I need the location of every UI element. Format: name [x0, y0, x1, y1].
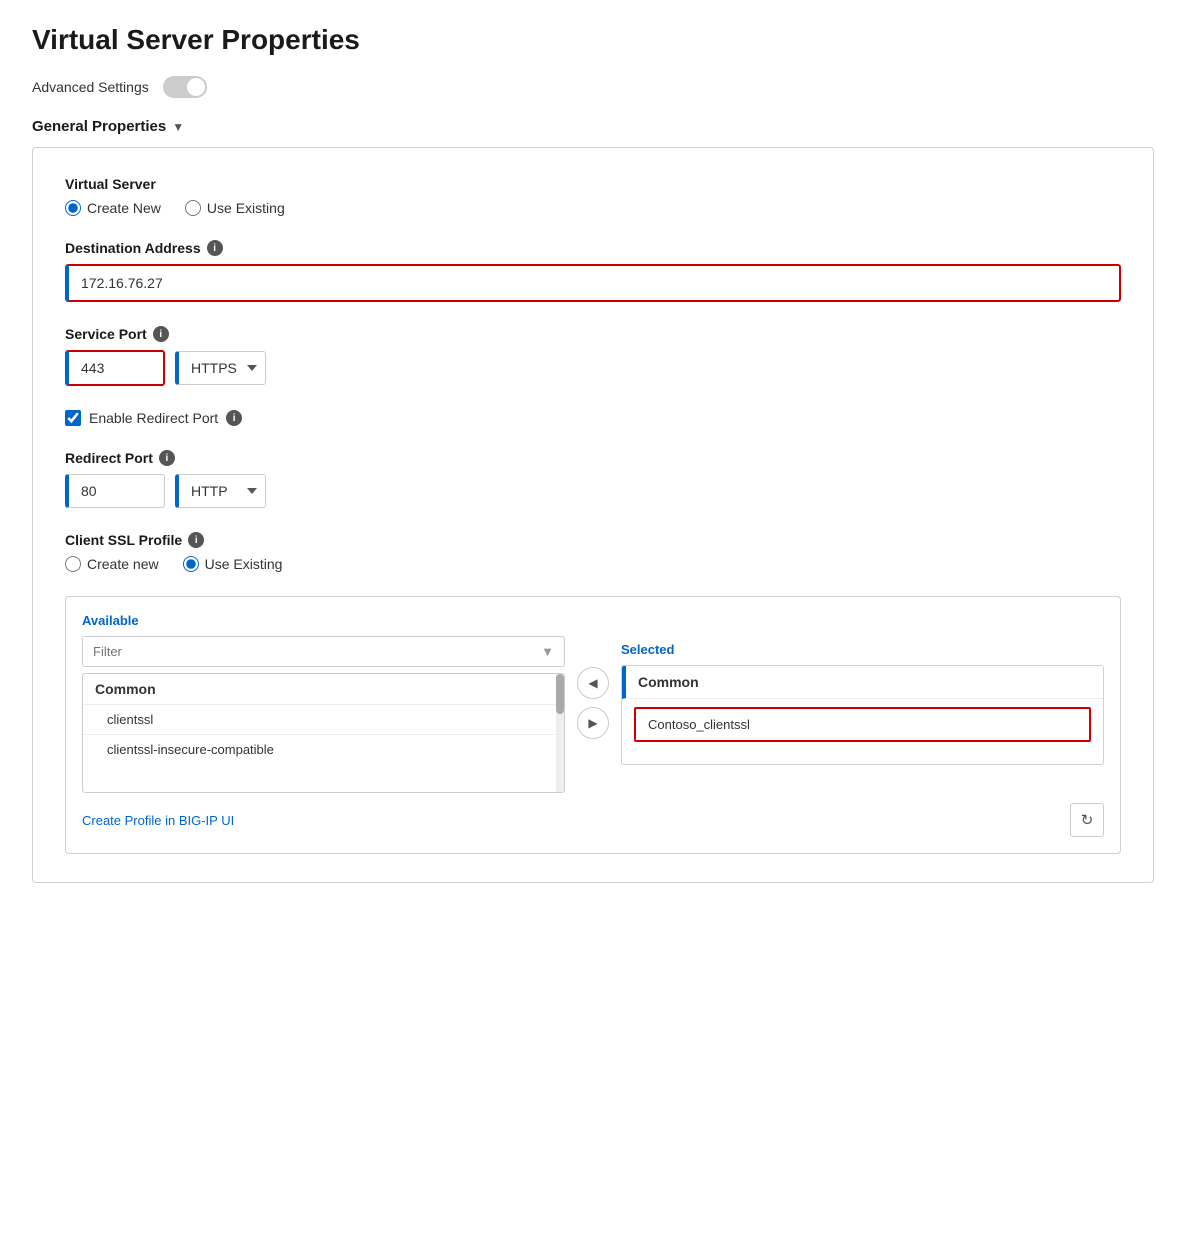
list-item-clientssl-insecure[interactable]: clientssl-insecure-compatible	[83, 735, 564, 764]
filter-row: ▼	[82, 636, 565, 667]
client-ssl-profile-info-icon[interactable]: i	[188, 532, 204, 548]
selected-panel-label: Selected	[621, 642, 1104, 657]
virtual-server-use-existing[interactable]: Use Existing	[185, 200, 285, 216]
footer-row: Create Profile in BIG-IP UI ↻	[82, 803, 1104, 837]
client-ssl-create-new-label: Create new	[87, 556, 159, 572]
client-ssl-create-new-radio[interactable]	[65, 556, 81, 572]
destination-address-group: Destination Address i	[65, 240, 1121, 302]
transfer-right-button[interactable]: ▶	[577, 707, 609, 739]
selected-panel: Selected Common Contoso_clientssl	[621, 642, 1104, 765]
transfer-left-button[interactable]: ◀	[577, 667, 609, 699]
redirect-port-group: Redirect Port i HTTP HTTPS FTP Other	[65, 450, 1121, 508]
enable-redirect-port-label: Enable Redirect Port	[89, 410, 218, 426]
right-arrow-icon: ▶	[588, 716, 597, 730]
scrollbar-thumb	[556, 674, 564, 714]
filter-input[interactable]	[83, 637, 531, 666]
client-ssl-use-existing[interactable]: Use Existing	[183, 556, 283, 572]
selected-item-wrap: Contoso_clientssl	[622, 699, 1103, 750]
service-port-label: Service Port i	[65, 326, 1121, 342]
virtual-server-use-existing-radio[interactable]	[185, 200, 201, 216]
selected-list: Common Contoso_clientssl	[621, 665, 1104, 765]
client-ssl-profile-label: Client SSL Profile i	[65, 532, 1121, 548]
general-properties-title: General Properties	[32, 118, 166, 135]
chevron-down-icon: ▼	[172, 120, 184, 134]
service-port-protocol-select[interactable]: HTTPS HTTP FTP Other	[175, 351, 266, 385]
client-ssl-radio-group: Create new Use Existing	[65, 556, 1121, 572]
advanced-settings-label: Advanced Settings	[32, 79, 149, 95]
virtual-server-create-new-label: Create New	[87, 200, 161, 216]
available-list: Common clientssl clientssl-insecure-comp…	[82, 673, 565, 793]
virtual-server-create-new-radio[interactable]	[65, 200, 81, 216]
virtual-server-label: Virtual Server	[65, 176, 1121, 192]
available-group-common[interactable]: Common	[83, 674, 564, 705]
scrollbar-indicator	[556, 674, 564, 792]
destination-address-input[interactable]	[65, 264, 1121, 302]
refresh-icon: ↻	[1081, 811, 1094, 829]
available-list-inner: Common clientssl clientssl-insecure-comp…	[83, 674, 564, 764]
service-port-group: Service Port i HTTPS HTTP FTP Other	[65, 326, 1121, 386]
left-arrow-icon: ◀	[588, 676, 597, 690]
virtual-server-create-new[interactable]: Create New	[65, 200, 161, 216]
virtual-server-radio-group: Create New Use Existing	[65, 200, 1121, 216]
virtual-server-use-existing-label: Use Existing	[207, 200, 285, 216]
destination-address-input-wrap	[65, 264, 1121, 302]
client-ssl-use-existing-radio[interactable]	[183, 556, 199, 572]
list-item-clientssl[interactable]: clientssl	[83, 705, 564, 735]
client-ssl-use-existing-label: Use Existing	[205, 556, 283, 572]
selected-item-contoso[interactable]: Contoso_clientssl	[634, 707, 1091, 742]
create-profile-link[interactable]: Create Profile in BIG-IP UI	[82, 813, 234, 828]
service-port-input[interactable]	[65, 350, 165, 386]
transfer-buttons: ◀ ▶	[577, 667, 609, 739]
main-card: Virtual Server Create New Use Existing D…	[32, 147, 1154, 883]
redirect-port-protocol-select[interactable]: HTTP HTTPS FTP Other	[175, 474, 266, 508]
redirect-port-label: Redirect Port i	[65, 450, 1121, 466]
funnel-icon: ▼	[531, 637, 564, 666]
client-ssl-create-new[interactable]: Create new	[65, 556, 159, 572]
redirect-port-input[interactable]	[65, 474, 165, 508]
page-title: Virtual Server Properties	[32, 24, 1154, 56]
dual-list-container: Available ▼ Common clientssl clientssl-i…	[65, 596, 1121, 854]
enable-redirect-port-info-icon[interactable]: i	[226, 410, 242, 426]
selected-group-common[interactable]: Common	[622, 666, 1103, 699]
refresh-button[interactable]: ↻	[1070, 803, 1104, 837]
available-panel: Available ▼ Common clientssl clientssl-i…	[82, 613, 565, 793]
enable-redirect-port-row: Enable Redirect Port i	[65, 410, 1121, 426]
enable-redirect-port-checkbox[interactable]	[65, 410, 81, 426]
service-port-row: HTTPS HTTP FTP Other	[65, 350, 1121, 386]
redirect-port-info-icon[interactable]: i	[159, 450, 175, 466]
destination-address-info-icon[interactable]: i	[207, 240, 223, 256]
virtual-server-group: Virtual Server Create New Use Existing	[65, 176, 1121, 216]
redirect-port-row: HTTP HTTPS FTP Other	[65, 474, 1121, 508]
advanced-settings-row: Advanced Settings	[32, 76, 1154, 98]
available-panel-label: Available	[82, 613, 565, 628]
general-properties-header[interactable]: General Properties ▼	[32, 118, 1154, 135]
dual-list-layout: Available ▼ Common clientssl clientssl-i…	[82, 613, 1104, 793]
service-port-info-icon[interactable]: i	[153, 326, 169, 342]
destination-address-label: Destination Address i	[65, 240, 1121, 256]
client-ssl-profile-group: Client SSL Profile i Create new Use Exis…	[65, 532, 1121, 572]
advanced-settings-toggle[interactable]	[163, 76, 207, 98]
